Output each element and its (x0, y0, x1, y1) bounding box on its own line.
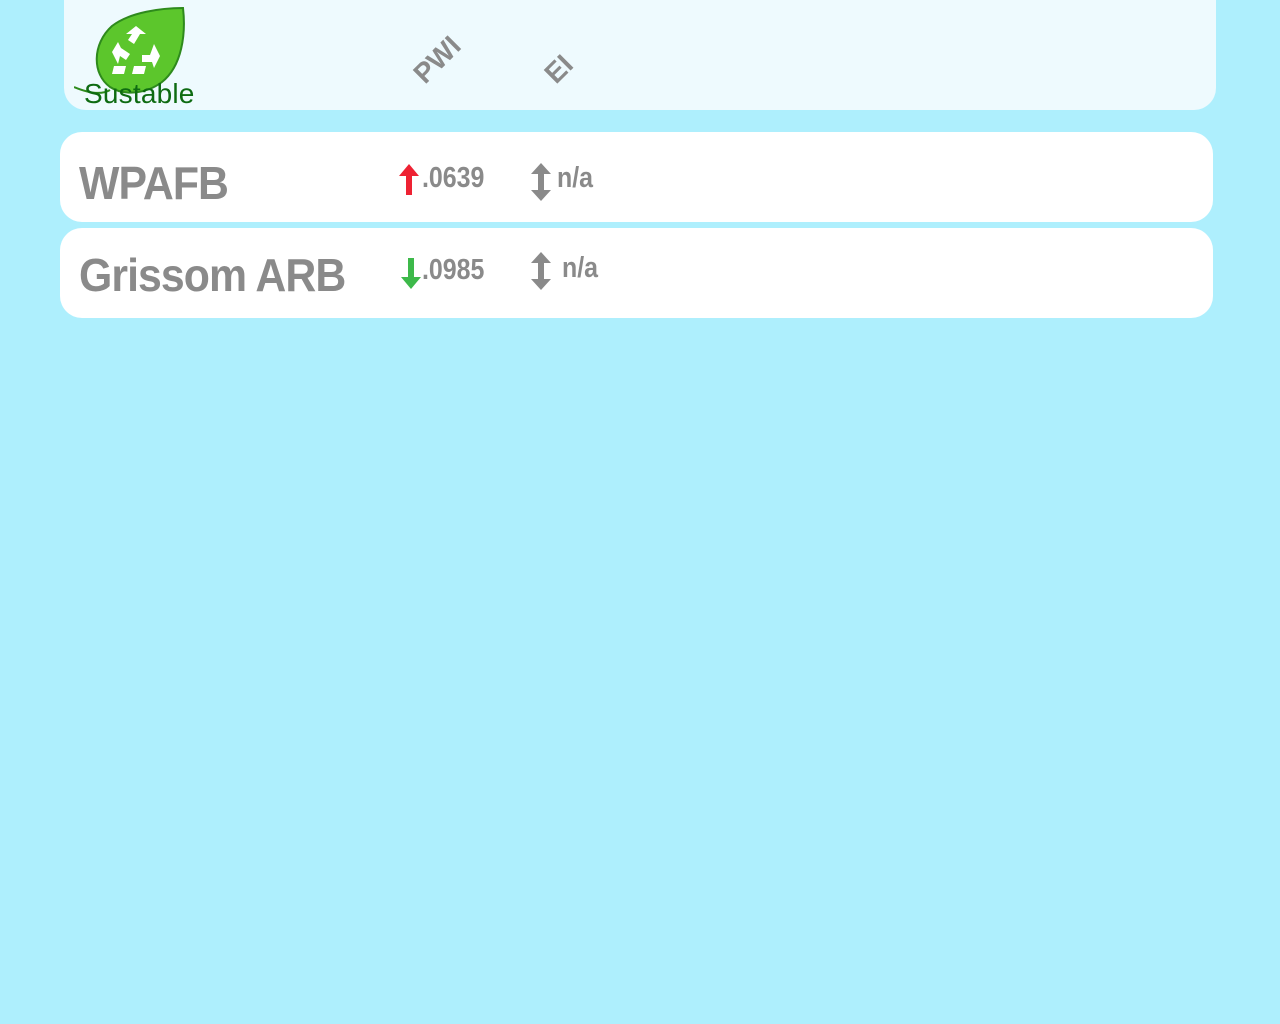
header-panel (64, 0, 1216, 110)
pwi-value: .0985 (422, 254, 485, 286)
brand-name: Sustable (84, 78, 195, 109)
list-item[interactable]: Grissom ARB .0985 n/a (60, 228, 1213, 318)
row-name: Grissom ARB (79, 249, 346, 301)
arrow-up-icon (399, 164, 419, 195)
row-name: WPAFB (79, 157, 229, 209)
app-logo[interactable]: Sustable (74, 4, 214, 110)
pwi-value: .0639 (422, 162, 485, 194)
ei-value: n/a (557, 162, 594, 194)
arrow-down-icon (401, 258, 421, 289)
arrow-up-down-icon (531, 163, 551, 201)
ei-value: n/a (562, 252, 599, 284)
list-item[interactable]: WPAFB .0639 n/a (60, 132, 1213, 222)
arrow-up-down-icon (531, 252, 551, 290)
